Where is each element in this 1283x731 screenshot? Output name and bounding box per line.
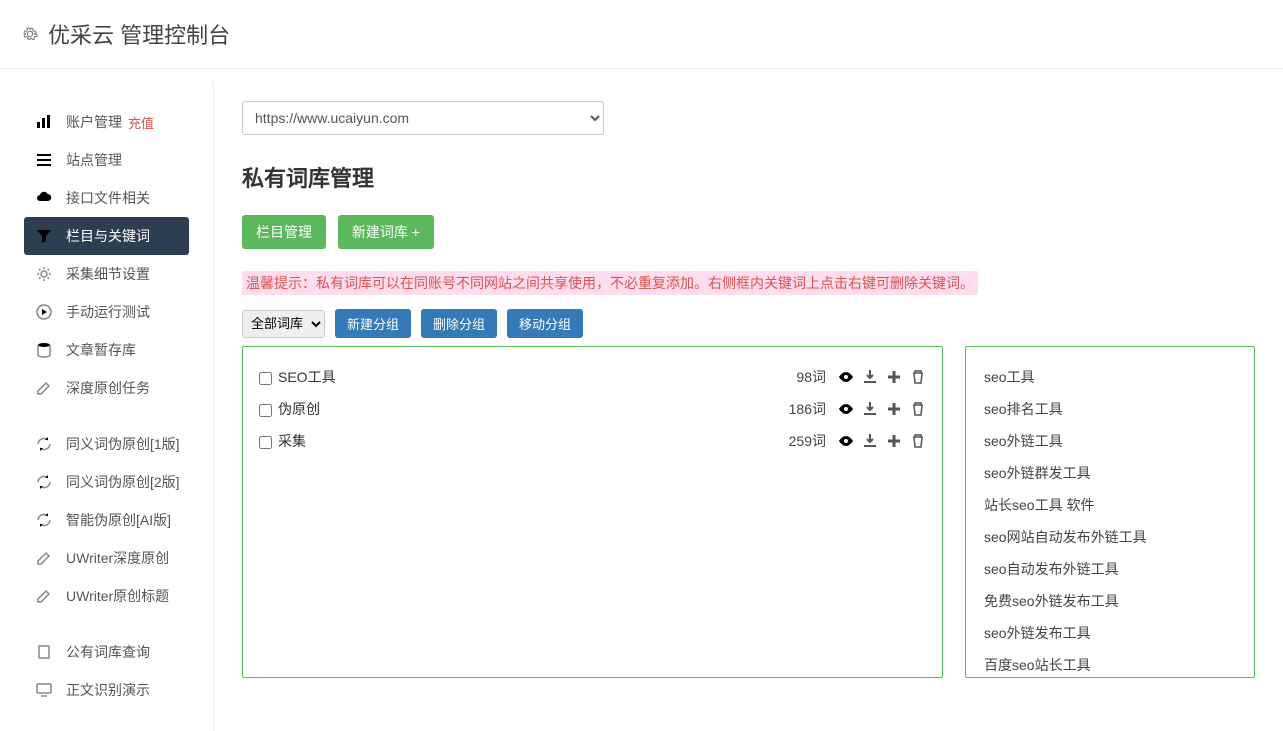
- lexicon-row: SEO工具98词: [259, 361, 926, 393]
- cogs-icon: [36, 266, 52, 282]
- edit-icon: [36, 588, 52, 604]
- lexicon-count: 259词: [789, 431, 826, 451]
- lexicon-count: 98词: [796, 367, 826, 387]
- sidebar-item-账户管理[interactable]: 账户管理充值: [0, 103, 213, 141]
- warning-tip: 温馨提示：私有词库可以在同账号不同网站之间共享使用，不必重复添加。右侧框内关键词…: [242, 271, 978, 295]
- sidebar-item-label: 智能伪原创[AI版]: [36, 510, 171, 530]
- keyword-item[interactable]: seo自动发布外链工具: [982, 553, 1238, 585]
- lexicon-list-panel: SEO工具98词伪原创186词采集259词: [242, 346, 943, 678]
- trash-icon[interactable]: [910, 401, 926, 417]
- keyword-item[interactable]: seo外链群发工具: [982, 457, 1238, 489]
- lexicon-checkbox[interactable]: [259, 404, 272, 417]
- play-icon: [36, 304, 52, 320]
- lexicon-name[interactable]: 采集: [278, 431, 789, 451]
- edit-icon: [36, 550, 52, 566]
- refresh-icon: [36, 512, 52, 528]
- trash-icon[interactable]: [910, 369, 926, 385]
- page-title: 私有词库管理: [242, 161, 1255, 193]
- sidebar: 账户管理充值站点管理接口文件相关栏目与关键词采集细节设置手动运行测试文章暂存库深…: [0, 81, 214, 731]
- sidebar-item-label: 同义词伪原创[2版]: [36, 472, 180, 492]
- sidebar-item-公有词库查询[interactable]: 公有词库查询: [0, 633, 213, 671]
- site-select[interactable]: https://www.ucaiyun.com: [242, 101, 604, 135]
- main-content: https://www.ucaiyun.com 私有词库管理 栏目管理 新建词库…: [214, 81, 1283, 731]
- db-icon: [36, 342, 52, 358]
- gear-icon: [22, 26, 38, 42]
- sidebar-item-手动运行测试[interactable]: 手动运行测试: [0, 293, 213, 331]
- sidebar-item-label: 深度原创任务: [36, 378, 150, 398]
- sidebar-item-智能伪原创[AI版][interactable]: 智能伪原创[AI版]: [0, 501, 213, 539]
- lexicon-row: 采集259词: [259, 425, 926, 457]
- sidebar-item-同义词伪原创[2版][interactable]: 同义词伪原创[2版]: [0, 463, 213, 501]
- keyword-item[interactable]: seo网站自动发布外链工具: [982, 521, 1238, 553]
- keyword-item[interactable]: seo工具: [982, 361, 1238, 393]
- keyword-list-panel: seo工具seo排名工具seo外链工具seo外链群发工具站长seo工具 软件se…: [965, 346, 1255, 678]
- keyword-item[interactable]: seo外链发布工具: [982, 617, 1238, 649]
- sidebar-item-label: 公有词库查询: [36, 642, 150, 662]
- sidebar-item-label: 同义词伪原创[1版]: [36, 434, 180, 454]
- recharge-badge: 充值: [128, 113, 154, 132]
- group-select[interactable]: 全部词库: [242, 310, 325, 338]
- keyword-item[interactable]: seo外链工具: [982, 425, 1238, 457]
- lexicon-checkbox[interactable]: [259, 436, 272, 449]
- sidebar-item-label: UWriter深度原创: [36, 548, 169, 568]
- download-icon[interactable]: [862, 401, 878, 417]
- download-icon[interactable]: [862, 433, 878, 449]
- move-group-button[interactable]: 移动分组: [507, 309, 583, 338]
- lexicon-count: 186词: [789, 399, 826, 419]
- sidebar-item-文章暂存库[interactable]: 文章暂存库: [0, 331, 213, 369]
- keyword-item[interactable]: 免费seo外链发布工具: [982, 585, 1238, 617]
- chart-bar-icon: [36, 114, 52, 130]
- lexicon-row: 伪原创186词: [259, 393, 926, 425]
- sidebar-item-接口文件相关[interactable]: 接口文件相关: [0, 179, 213, 217]
- sidebar-item-label: 手动运行测试: [36, 302, 150, 322]
- edit-icon: [36, 380, 52, 396]
- lexicon-checkbox[interactable]: [259, 372, 272, 385]
- sidebar-item-label: 栏目与关键词: [36, 226, 150, 246]
- refresh-icon: [36, 436, 52, 452]
- sidebar-item-label: 正文识别演示: [36, 680, 150, 700]
- eye-icon[interactable]: [838, 401, 854, 417]
- eye-icon[interactable]: [838, 369, 854, 385]
- sidebar-item-同义词伪原创[1版][interactable]: 同义词伪原创[1版]: [0, 425, 213, 463]
- lexicon-name[interactable]: SEO工具: [278, 367, 796, 387]
- refresh-icon: [36, 474, 52, 490]
- sidebar-item-label: UWriter原创标题: [36, 586, 169, 606]
- book-icon: [36, 644, 52, 660]
- sidebar-item-label: 接口文件相关: [36, 188, 150, 208]
- download-icon[interactable]: [862, 369, 878, 385]
- eye-icon[interactable]: [838, 433, 854, 449]
- app-title: 优采云 管理控制台: [48, 18, 230, 50]
- plus-icon[interactable]: [886, 369, 902, 385]
- list-icon: [36, 152, 52, 168]
- sidebar-item-label: 采集细节设置: [36, 264, 150, 284]
- sidebar-item-UWriter深度原创[interactable]: UWriter深度原创: [0, 539, 213, 577]
- filter-icon: [36, 228, 52, 244]
- sidebar-item-深度原创任务[interactable]: 深度原创任务: [0, 369, 213, 407]
- app-header: 优采云 管理控制台: [0, 0, 1283, 69]
- keyword-item[interactable]: seo排名工具: [982, 393, 1238, 425]
- sidebar-item-站点管理[interactable]: 站点管理: [0, 141, 213, 179]
- lexicon-name[interactable]: 伪原创: [278, 399, 789, 419]
- new-group-button[interactable]: 新建分组: [335, 309, 411, 338]
- sidebar-item-栏目与关键词[interactable]: 栏目与关键词: [24, 217, 189, 255]
- trash-icon[interactable]: [910, 433, 926, 449]
- sidebar-item-UWriter原创标题[interactable]: UWriter原创标题: [0, 577, 213, 615]
- plus-icon[interactable]: [886, 433, 902, 449]
- tip-label: 温馨提示：: [246, 275, 316, 291]
- keyword-item[interactable]: 站长seo工具 软件: [982, 489, 1238, 521]
- keyword-item[interactable]: 百度seo站长工具: [982, 649, 1238, 678]
- delete-group-button[interactable]: 删除分组: [421, 309, 497, 338]
- new-lexicon-button[interactable]: 新建词库 +: [338, 215, 434, 249]
- column-manage-button[interactable]: 栏目管理: [242, 215, 326, 249]
- tip-text: 私有词库可以在同账号不同网站之间共享使用，不必重复添加。右侧框内关键词上点击右键…: [316, 275, 974, 291]
- monitor-icon: [36, 682, 52, 698]
- plus-icon[interactable]: [886, 401, 902, 417]
- cloud-icon: [36, 190, 52, 206]
- sidebar-item-正文识别演示[interactable]: 正文识别演示: [0, 671, 213, 709]
- sidebar-item-采集细节设置[interactable]: 采集细节设置: [0, 255, 213, 293]
